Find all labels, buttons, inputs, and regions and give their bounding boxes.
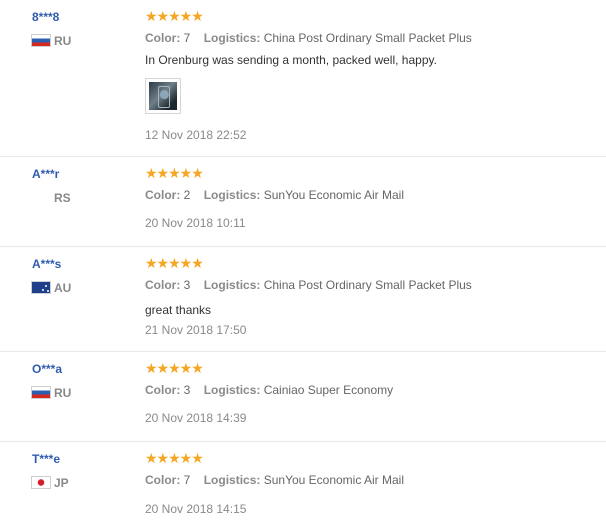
australia-flag-icon xyxy=(32,282,50,293)
order-info: Color: 2 Logistics: SunYou Economic Air … xyxy=(145,188,404,202)
logistics-value: China Post Ordinary Small Packet Plus xyxy=(263,31,472,45)
review-comment: In Orenburg was sending a month, packed … xyxy=(145,53,437,67)
logistics-value: Cainiao Super Economy xyxy=(263,383,394,397)
buyer-name: T***e xyxy=(32,452,61,466)
buyer-name: A***s xyxy=(32,257,62,271)
japan-flag-icon xyxy=(32,477,50,488)
logistics-value: China Post Ordinary Small Packet Plus xyxy=(263,278,472,292)
review-item: O***a RU ★★★★★ Color: 3 Logistics: Caini… xyxy=(0,352,606,442)
review-date: 21 Nov 2018 17:50 xyxy=(145,323,247,337)
star-rating: ★★★★★ xyxy=(145,255,204,271)
review-date: 20 Nov 2018 14:15 xyxy=(145,502,247,516)
feedback-list: 8***8 RU ★★★★★ Color: 7 Logistics: China… xyxy=(0,0,606,528)
star-rating: ★★★★★ xyxy=(145,360,204,376)
buyer-name: O***a xyxy=(32,362,63,376)
country-code: RU xyxy=(54,386,72,400)
russia-flag-icon xyxy=(32,35,50,46)
color-value: 3 xyxy=(183,278,191,292)
buyer-country: AU xyxy=(32,281,71,295)
review-item: T***e JP ★★★★★ Color: 7 Logistics: SunYo… xyxy=(0,442,606,528)
review-photo-thumbnail[interactable] xyxy=(145,78,181,114)
buyer-country: RU xyxy=(32,386,71,400)
color-label: Color: xyxy=(145,278,181,292)
color-value: 2 xyxy=(183,188,191,202)
color-value: 7 xyxy=(183,473,191,487)
buyer-name: 8***8 xyxy=(32,10,60,24)
color-label: Color: xyxy=(145,383,181,397)
color-label: Color: xyxy=(145,473,181,487)
logistics-value: SunYou Economic Air Mail xyxy=(263,473,405,487)
photo-image xyxy=(149,82,177,110)
logistics-label: Logistics: xyxy=(203,383,261,397)
review-item: 8***8 RU ★★★★★ Color: 7 Logistics: China… xyxy=(0,0,606,157)
star-rating: ★★★★★ xyxy=(145,8,204,24)
country-code: RS xyxy=(54,191,71,205)
flag-placeholder xyxy=(32,191,50,202)
logistics-label: Logistics: xyxy=(203,188,261,202)
order-info: Color: 3 Logistics: China Post Ordinary … xyxy=(145,278,472,292)
color-value: 3 xyxy=(183,383,191,397)
buyer-country: JP xyxy=(32,476,69,490)
country-code: JP xyxy=(54,476,69,490)
buyer-country: RU xyxy=(32,34,71,48)
logistics-label: Logistics: xyxy=(203,31,261,45)
logistics-label: Logistics: xyxy=(203,473,261,487)
logistics-label: Logistics: xyxy=(203,278,261,292)
russia-flag-icon xyxy=(32,387,50,398)
logistics-value: SunYou Economic Air Mail xyxy=(263,188,405,202)
star-rating: ★★★★★ xyxy=(145,450,204,466)
star-rating: ★★★★★ xyxy=(145,165,204,181)
buyer-name: A***r xyxy=(32,167,60,181)
review-item: A***r RS ★★★★★ Color: 2 Logistics: SunYo… xyxy=(0,157,606,247)
review-comment: great thanks xyxy=(145,303,212,317)
color-label: Color: xyxy=(145,188,181,202)
color-label: Color: xyxy=(145,31,181,45)
order-info: Color: 7 Logistics: China Post Ordinary … xyxy=(145,31,472,45)
country-code: AU xyxy=(54,281,72,295)
review-date: 12 Nov 2018 22:52 xyxy=(145,128,247,142)
review-item: A***s AU ★★★★★ Color: 3 Logistics: China… xyxy=(0,247,606,352)
country-code: RU xyxy=(54,34,72,48)
order-info: Color: 3 Logistics: Cainiao Super Econom… xyxy=(145,383,393,397)
review-date: 20 Nov 2018 10:11 xyxy=(145,216,246,230)
review-date: 20 Nov 2018 14:39 xyxy=(145,411,247,425)
order-info: Color: 7 Logistics: SunYou Economic Air … xyxy=(145,473,404,487)
color-value: 7 xyxy=(183,31,191,45)
buyer-country: RS xyxy=(32,191,71,205)
